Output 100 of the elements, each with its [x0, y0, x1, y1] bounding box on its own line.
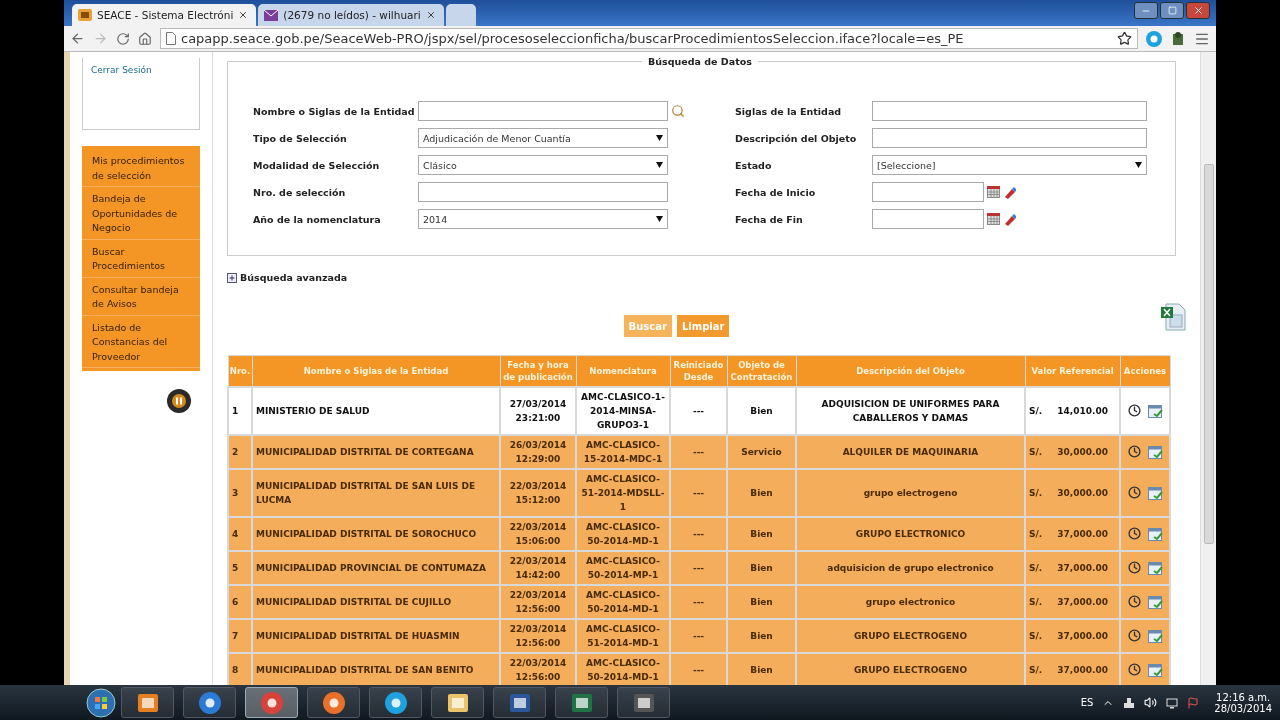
taskbar-app[interactable]: [245, 687, 298, 718]
menu-item[interactable]: Mis procedimientos de selección: [82, 149, 200, 187]
table-cell: 22/03/2014 12:56:00: [500, 618, 576, 653]
clock-icon[interactable]: [1127, 527, 1141, 540]
taskbar-app[interactable]: [121, 687, 174, 718]
taskbar-app[interactable]: [493, 687, 546, 718]
amount-label: 37,000.00: [1057, 595, 1108, 609]
calendar-icon[interactable]: [987, 213, 1000, 225]
calendar-icon[interactable]: [987, 186, 1000, 198]
table-row[interactable]: 6 MUNICIPALIDAD DISTRITAL DE CUJILLO 22/03/2014 12:56:00 AMC-CLASICO-50-2014-MD-1 --- Bien grupo electronico S/. 37,000.00: [228, 584, 1170, 619]
close-icon[interactable]: [425, 10, 436, 20]
entity-name-field[interactable]: [418, 101, 668, 121]
taskbar-app[interactable]: [183, 687, 236, 718]
taskbar-app[interactable]: [555, 687, 608, 718]
flag-icon[interactable]: [1187, 696, 1200, 709]
edit-form-icon[interactable]: [1147, 594, 1163, 609]
close-icon[interactable]: [238, 10, 249, 20]
eraser-icon[interactable]: [1003, 185, 1016, 199]
edit-form-icon[interactable]: [1147, 628, 1163, 643]
network-icon[interactable]: [1123, 696, 1136, 709]
clock-icon[interactable]: [1127, 561, 1141, 574]
table-cell: MUNICIPALIDAD DISTRITAL DE SOROCHUCO: [252, 516, 500, 551]
dropdown-arrow-icon: [656, 135, 663, 141]
address-bar[interactable]: capapp.seace.gob.pe/SeaceWeb-PRO/jspx/sel/procesoseleccionficha/buscarProcedimientosSeleccion.iface?locale=es_PE: [160, 28, 1138, 49]
bookmark-star-icon[interactable]: [1117, 31, 1132, 46]
scrollbar[interactable]: [1200, 52, 1216, 685]
table-cell: Bien: [727, 386, 796, 435]
eraser-icon[interactable]: [1003, 212, 1016, 226]
edit-form-icon[interactable]: [1147, 403, 1163, 418]
language-indicator[interactable]: ES: [1080, 697, 1094, 708]
pause-button[interactable]: [167, 389, 191, 413]
text-field[interactable]: [418, 182, 668, 202]
clock-icon[interactable]: [1127, 486, 1141, 499]
field-label: Nro. de selección: [253, 186, 347, 198]
select-field[interactable]: Clásico: [418, 155, 668, 175]
field-label: Fecha de Fin: [735, 213, 804, 225]
table-cell: AMC-CLASICO-51-2014-MDSLL-1: [576, 468, 670, 517]
table-cell: AMC-CLASICO-1-2014-MINSA-GRUPO3-1: [576, 386, 670, 435]
panel-title: Búsqueda de Datos: [647, 56, 753, 67]
clock-date[interactable]: 28/03/2014: [1214, 702, 1272, 714]
clock-icon[interactable]: [1127, 595, 1141, 608]
advanced-search-toggle[interactable]: Búsqueda avanzada: [240, 272, 348, 283]
minimize-button[interactable]: [1134, 2, 1158, 19]
edit-form-icon[interactable]: [1147, 444, 1163, 459]
table-cell: 22/03/2014 14:42:00: [500, 550, 576, 585]
text-field[interactable]: [872, 101, 1147, 121]
clock-icon[interactable]: [1127, 404, 1141, 417]
browser-tab[interactable]: (2679 no leídos) - wilhuari: [258, 4, 444, 26]
monitor-icon[interactable]: [1166, 696, 1179, 709]
table-cell: Bien: [727, 516, 796, 551]
table-row[interactable]: 5 MUNICIPALIDAD PROVINCIAL DE CONTUMAZA 22/03/2014 14:42:00 AMC-CLASICO-50-2014-MP-1 --- Bien adquisicion de grupo electronico S/. 37,000.00: [228, 550, 1170, 585]
table-row[interactable]: 4 MUNICIPALIDAD DISTRITAL DE SOROCHUCO 22/03/2014 15:06:00 AMC-CLASICO-50-2014-MD-1 --- Bien GRUPO ELECTRONICO S/. 37,000.00: [228, 516, 1170, 551]
edit-form-icon[interactable]: [1147, 526, 1163, 541]
browser-tab[interactable]: [445, 4, 476, 26]
extension-icon[interactable]: [1170, 30, 1186, 47]
table-row[interactable]: 8 MUNICIPALIDAD DISTRITAL DE SAN BENITO 22/03/2014 12:56:00 AMC-CLASICO-50-2014-MD-1 --- Bien GRUPO ELECTROGENO S/. 37,000.00: [228, 652, 1170, 685]
menu-item[interactable]: Listado de Constancias del Proveedor: [82, 315, 200, 368]
page-icon: [166, 32, 176, 45]
amount-label: 14,010.00: [1057, 404, 1108, 418]
select-field[interactable]: 2014: [418, 209, 668, 229]
back-icon[interactable]: [70, 31, 85, 46]
volume-icon[interactable]: [1144, 696, 1158, 709]
start-button[interactable]: [86, 688, 116, 718]
text-field[interactable]: [872, 128, 1147, 148]
reload-icon[interactable]: [116, 31, 130, 46]
taskbar-app[interactable]: [369, 687, 422, 718]
taskbar-app[interactable]: [617, 687, 670, 718]
field-label: Fecha de Inicio: [735, 186, 817, 198]
select-field[interactable]: Adjudicación de Menor Cuantía: [418, 128, 668, 148]
home-icon[interactable]: [138, 31, 152, 46]
spreadsheet-export-icon[interactable]: [1160, 303, 1186, 331]
search-icon[interactable]: [671, 104, 685, 118]
browser-icon: [197, 690, 222, 715]
restore-button[interactable]: [1160, 2, 1184, 19]
close-button[interactable]: [1186, 2, 1210, 19]
browser-icon: [321, 690, 346, 715]
clock-icon[interactable]: [1127, 629, 1141, 642]
table-cell: ---: [670, 434, 727, 469]
menu-item[interactable]: Consultar bandeja de Avisos: [82, 277, 200, 316]
select-field[interactable]: [Seleccione]: [872, 155, 1147, 175]
menu-item[interactable]: Bandeja de Oportunidades de Negocio: [82, 187, 200, 240]
taskbar-app[interactable]: [307, 687, 360, 718]
date-field[interactable]: [872, 182, 984, 202]
logout-link[interactable]: Cerrar Sesión: [91, 65, 152, 75]
date-field[interactable]: [872, 209, 984, 229]
browser-tab[interactable]: SEACE - Sistema Electróni: [72, 4, 257, 26]
edit-form-icon[interactable]: [1147, 485, 1163, 500]
clock-icon[interactable]: [1127, 663, 1141, 676]
table-cell: 22/03/2014 12:56:00: [500, 584, 576, 619]
expand-icon[interactable]: [227, 272, 237, 283]
clock-time[interactable]: 12:16 a.m.: [1216, 691, 1271, 703]
edit-form-icon[interactable]: [1147, 662, 1163, 677]
table-row[interactable]: 7 MUNICIPALIDAD DISTRITAL DE HUASMIN 22/03/2014 12:56:00 AMC-CLASICO-51-2014-MD-1 --- Bien GRUPO ELECTROGENO S/. 37,000.00: [228, 618, 1170, 653]
edit-form-icon[interactable]: [1147, 560, 1163, 575]
table-row[interactable]: 2 MUNICIPALIDAD DISTRITAL DE CORTEGANA 26/03/2014 12:29:00 AMC-CLASICO-15-2014-MDC-1 --- Servicio ALQUILER DE MAQUINARIA S/. 30,000.00: [228, 434, 1170, 469]
table-row[interactable]: 1 MINISTERIO DE SALUD 27/03/2014 23:21:00 AMC-CLASICO-1-2014-MINSA-GRUPO3-1 --- Bien ADQUISICION DE UNIFORMES PARA CABALLEROS Y DAMAS S/. 14,010.00: [228, 386, 1170, 435]
table-row[interactable]: 3 MUNICIPALIDAD DISTRITAL DE SAN LUIS DE LUCMA 22/03/2014 15:12:00 AMC-CLASICO-51-2014-MDSLL-1 --- Bien grupo electrogeno S/. 30,000.00: [228, 468, 1170, 517]
menu-item[interactable]: Buscar Procedimientos: [82, 239, 200, 278]
clock-icon[interactable]: [1127, 445, 1141, 458]
taskbar-app[interactable]: [431, 687, 484, 718]
